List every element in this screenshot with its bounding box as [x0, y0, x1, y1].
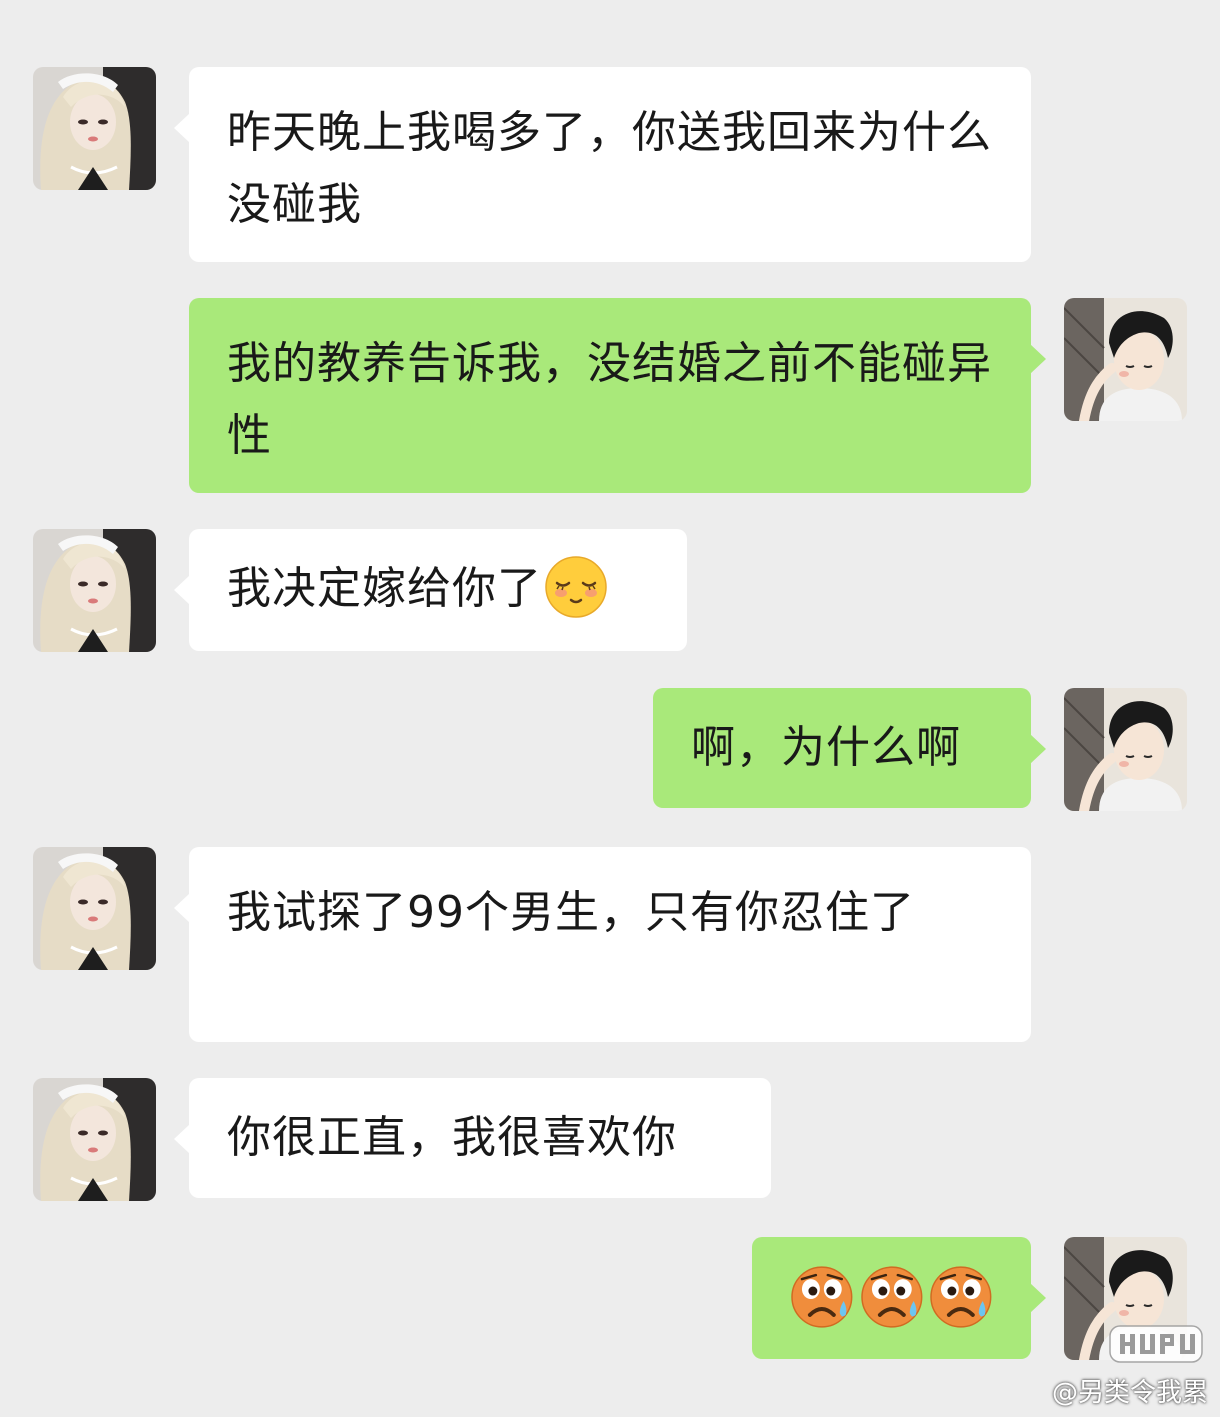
my-avatar-image	[1064, 298, 1187, 421]
message-bubble-incoming[interactable]: 昨天晚上我喝多了，你送我回来为什么没碰我	[174, 67, 1031, 262]
message-bubble-outgoing[interactable]	[752, 1237, 1046, 1359]
message-text: 你很正直，我很喜欢你	[227, 1112, 677, 1163]
message-text: 我试探了99个男生，只有你忍住了	[227, 887, 915, 938]
sweat-frown-emoji-icon	[929, 1265, 993, 1329]
contact-avatar[interactable]	[33, 529, 156, 652]
message-text: 我决定嫁给你了	[227, 563, 542, 614]
contact-avatar[interactable]	[33, 67, 156, 190]
contact-avatar[interactable]	[33, 1078, 156, 1201]
hupu-logo	[1108, 1320, 1204, 1368]
contact-avatar[interactable]	[33, 847, 156, 970]
message-bubble-outgoing[interactable]: 啊，为什么啊	[653, 688, 1046, 808]
contact-avatar-image	[33, 847, 156, 970]
message-text: 啊，为什么啊	[691, 722, 961, 773]
message-text: 我的教养告诉我，没结婚之前不能碰异性	[227, 338, 992, 461]
contact-avatar-image	[33, 67, 156, 190]
emoji-row	[790, 1261, 993, 1333]
message-bubble-incoming[interactable]: 我试探了99个男生，只有你忍住了	[174, 847, 1031, 1042]
sweat-frown-emoji-icon	[860, 1265, 924, 1329]
shy-smile-emoji-icon	[544, 555, 608, 619]
message-bubble-outgoing[interactable]: 我的教养告诉我，没结婚之前不能碰异性	[189, 298, 1046, 493]
contact-avatar-image	[33, 1078, 156, 1201]
watermark-credit: @另类令我累	[1051, 1378, 1208, 1408]
message-text: 昨天晚上我喝多了，你送我回来为什么没碰我	[227, 107, 992, 230]
my-avatar-image	[1064, 688, 1187, 811]
contact-avatar-image	[33, 529, 156, 652]
my-avatar[interactable]	[1064, 688, 1187, 811]
my-avatar[interactable]	[1064, 298, 1187, 421]
message-bubble-incoming[interactable]: 你很正直，我很喜欢你	[174, 1078, 771, 1198]
sweat-frown-emoji-icon	[790, 1265, 854, 1329]
message-bubble-incoming[interactable]: 我决定嫁给你了	[174, 529, 687, 651]
